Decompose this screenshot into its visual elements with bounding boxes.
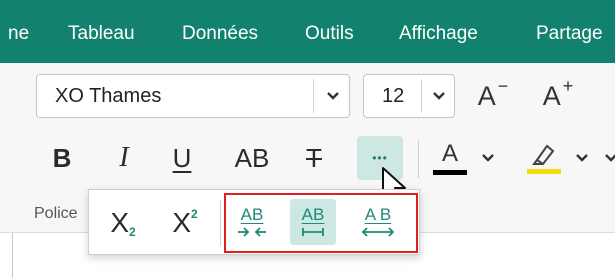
- increase-sign: +: [562, 75, 574, 96]
- all-caps-button[interactable]: AB: [226, 138, 278, 178]
- menu-item-partage[interactable]: Partage: [536, 22, 603, 46]
- toolbar-overflow-edge: [604, 146, 615, 170]
- increase-font-size-icon: A: [542, 80, 561, 111]
- font-family-value: XO Thames: [55, 84, 162, 107]
- strikethrough-button[interactable]: T: [296, 138, 332, 178]
- subscript-mark: 2: [129, 225, 136, 239]
- chevron-down-icon[interactable]: [314, 75, 351, 117]
- toolbar-separator: [418, 140, 419, 178]
- chevron-down-icon: [576, 154, 588, 162]
- highlight-annotation-box: [224, 193, 418, 253]
- font-size-value: 12: [382, 84, 405, 107]
- decrease-font-size-icon: A: [477, 80, 496, 111]
- highlight-color-button[interactable]: [522, 136, 566, 180]
- font-family-dropdown[interactable]: XO Thames: [36, 74, 350, 118]
- menu-bar: ne Tableau Données Outils Affichage Part…: [0, 0, 615, 63]
- chevron-down-icon: [482, 154, 494, 162]
- font-color-dropdown[interactable]: [478, 146, 498, 170]
- italic-button[interactable]: I: [106, 138, 142, 178]
- menu-item-donnees[interactable]: Données: [182, 22, 258, 46]
- font-color-swatch: [433, 169, 467, 175]
- menu-item-tableau[interactable]: Tableau: [68, 22, 135, 46]
- font-color-icon: A: [441, 139, 458, 167]
- menu-item-affichage[interactable]: Affichage: [399, 22, 478, 46]
- highlighter-icon: [532, 144, 555, 166]
- font-color-button[interactable]: A: [428, 136, 472, 180]
- document-margin-line: [12, 233, 13, 278]
- menu-item-home[interactable]: ne: [8, 22, 29, 46]
- popup-separator: [220, 200, 221, 246]
- decrease-font-size-button[interactable]: A −: [470, 76, 516, 116]
- highlight-color-dropdown[interactable]: [572, 146, 592, 170]
- subscript-icon: X: [110, 207, 129, 238]
- subscript-button[interactable]: X 2: [100, 200, 146, 246]
- increase-font-size-button[interactable]: A +: [535, 76, 581, 116]
- chevron-down-icon[interactable]: [422, 75, 456, 117]
- highlight-color-swatch: [527, 169, 561, 174]
- underline-button[interactable]: U: [164, 138, 200, 178]
- superscript-mark: 2: [191, 207, 198, 221]
- menu-item-outils[interactable]: Outils: [305, 22, 354, 46]
- decrease-sign: −: [497, 75, 509, 96]
- group-label-police: Police: [34, 205, 78, 222]
- bold-button[interactable]: B: [44, 138, 80, 178]
- superscript-button[interactable]: X 2: [162, 200, 208, 246]
- superscript-icon: X: [172, 207, 191, 238]
- font-size-dropdown[interactable]: 12: [363, 74, 455, 118]
